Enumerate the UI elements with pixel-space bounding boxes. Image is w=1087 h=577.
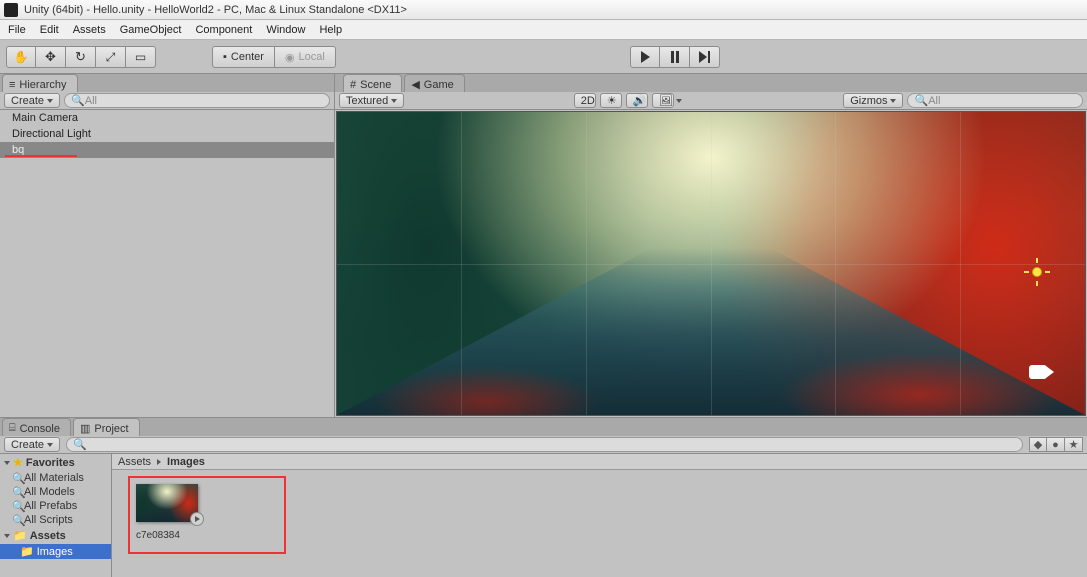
hierarchy-tab[interactable]: ≡ Hierarchy: [2, 74, 78, 92]
scene-tab-row: # Scene ◀ Game: [335, 74, 1087, 92]
scene-viewport[interactable]: [336, 111, 1086, 416]
move-tool-button[interactable]: [36, 46, 66, 68]
main-toolbar: ▪ Center ◉ Local: [0, 40, 1087, 74]
pivot-toggle[interactable]: ▪ Center: [212, 46, 275, 68]
pause-button[interactable]: [660, 46, 690, 68]
hierarchy-search-input[interactable]: 🔍 All: [64, 93, 330, 108]
hierarchy-item-bq[interactable]: bq: [0, 142, 334, 158]
menu-help[interactable]: Help: [319, 24, 342, 36]
favorites-all-scripts[interactable]: 🔍All Scripts: [0, 513, 111, 527]
project-breadcrumb: Assets Images: [112, 454, 1087, 470]
menu-bar: File Edit Assets GameObject Component Wi…: [0, 20, 1087, 40]
filter-by-type-button[interactable]: ◆: [1029, 437, 1047, 452]
project-filter-buttons: ◆ ● ★: [1029, 437, 1083, 452]
menu-component[interactable]: Component: [195, 24, 252, 36]
assets-folder-images[interactable]: 📁 Images: [0, 544, 111, 559]
hierarchy-tab-row: ≡ Hierarchy: [0, 74, 334, 92]
unity-logo-icon: [4, 3, 18, 17]
play-controls: [630, 46, 720, 68]
highlight-annotation: [5, 155, 77, 157]
scale-tool-button[interactable]: [96, 46, 126, 68]
project-panel: ⌸ Console ▥ Project Create 🔍 ◆ ● ★ ★Favo…: [0, 417, 1087, 577]
project-tree[interactable]: ★Favorites 🔍All Materials 🔍All Models 🔍A…: [0, 454, 112, 577]
favorites-header[interactable]: ★Favorites: [0, 454, 111, 471]
tab-project[interactable]: ▥ Project: [73, 418, 140, 436]
chevron-right-icon: [157, 459, 161, 465]
scene-audio-toggle[interactable]: 🔊: [626, 93, 648, 108]
crumb-images[interactable]: Images: [167, 456, 205, 468]
scene-fx-dropdown[interactable]: 🖼: [652, 93, 674, 108]
space-toggle[interactable]: ◉ Local: [274, 46, 336, 68]
project-content: Assets Images c7e08384: [112, 454, 1087, 577]
menu-gameobject[interactable]: GameObject: [120, 24, 182, 36]
menu-assets[interactable]: Assets: [73, 24, 106, 36]
window-title: Unity (64bit) - Hello.unity - HelloWorld…: [24, 4, 407, 16]
hand-tool-button[interactable]: [6, 46, 36, 68]
project-toolbar: Create 🔍 ◆ ● ★: [0, 436, 1087, 454]
asset-name-label[interactable]: c7e08384: [136, 530, 180, 541]
menu-edit[interactable]: Edit: [40, 24, 59, 36]
rect-tool-button[interactable]: [126, 46, 156, 68]
favorites-all-models[interactable]: 🔍All Models: [0, 485, 111, 499]
favorites-all-materials[interactable]: 🔍All Materials: [0, 471, 111, 485]
project-create-button[interactable]: Create: [4, 437, 60, 452]
play-overlay-icon: [190, 512, 204, 526]
scene-2d-toggle[interactable]: 2D: [574, 93, 596, 108]
menu-file[interactable]: File: [8, 24, 26, 36]
rotate-tool-button[interactable]: [66, 46, 96, 68]
scene-panel: # Scene ◀ Game Textured 2D ☀ 🔊 🖼 Gizmos …: [335, 74, 1087, 417]
hierarchy-item-directional-light[interactable]: Directional Light: [0, 126, 334, 142]
project-search-input[interactable]: 🔍: [66, 437, 1023, 452]
scene-toolbar: Textured 2D ☀ 🔊 🖼 Gizmos 🔍 All: [335, 92, 1087, 110]
transform-tools: [6, 46, 156, 68]
scene-search-input[interactable]: 🔍 All: [907, 93, 1083, 108]
tab-scene[interactable]: # Scene: [343, 74, 402, 92]
play-button[interactable]: [630, 46, 660, 68]
assets-header[interactable]: 📁 Assets: [0, 527, 111, 544]
favorites-all-prefabs[interactable]: 🔍All Prefabs: [0, 499, 111, 513]
hierarchy-toolbar: Create 🔍 All: [0, 92, 334, 110]
project-tab-row: ⌸ Console ▥ Project: [0, 418, 1087, 436]
filter-by-label-button[interactable]: ●: [1047, 437, 1065, 452]
hierarchy-create-button[interactable]: Create: [4, 93, 60, 108]
directional-light-gizmo-icon[interactable]: [1026, 261, 1048, 283]
asset-thumbnail[interactable]: [136, 484, 198, 522]
menu-window[interactable]: Window: [266, 24, 305, 36]
handle-toggles: ▪ Center ◉ Local: [212, 46, 336, 68]
tab-game[interactable]: ◀ Game: [404, 74, 464, 92]
shading-mode-dropdown[interactable]: Textured: [339, 93, 404, 108]
camera-gizmo-icon[interactable]: [1029, 363, 1055, 381]
crumb-assets[interactable]: Assets: [118, 456, 151, 468]
window-titlebar: Unity (64bit) - Hello.unity - HelloWorld…: [0, 0, 1087, 20]
scene-lighting-toggle[interactable]: ☀: [600, 93, 622, 108]
gizmos-dropdown[interactable]: Gizmos: [843, 93, 903, 108]
save-search-button[interactable]: ★: [1065, 437, 1083, 452]
tab-console[interactable]: ⌸ Console: [2, 418, 71, 436]
hierarchy-panel: ≡ Hierarchy Create 🔍 All Main Camera Dir…: [0, 74, 335, 417]
hierarchy-list[interactable]: Main Camera Directional Light bq: [0, 110, 334, 417]
project-asset-grid[interactable]: c7e08384: [112, 470, 1087, 577]
hierarchy-item-main-camera[interactable]: Main Camera: [0, 110, 334, 126]
step-button[interactable]: [690, 46, 720, 68]
